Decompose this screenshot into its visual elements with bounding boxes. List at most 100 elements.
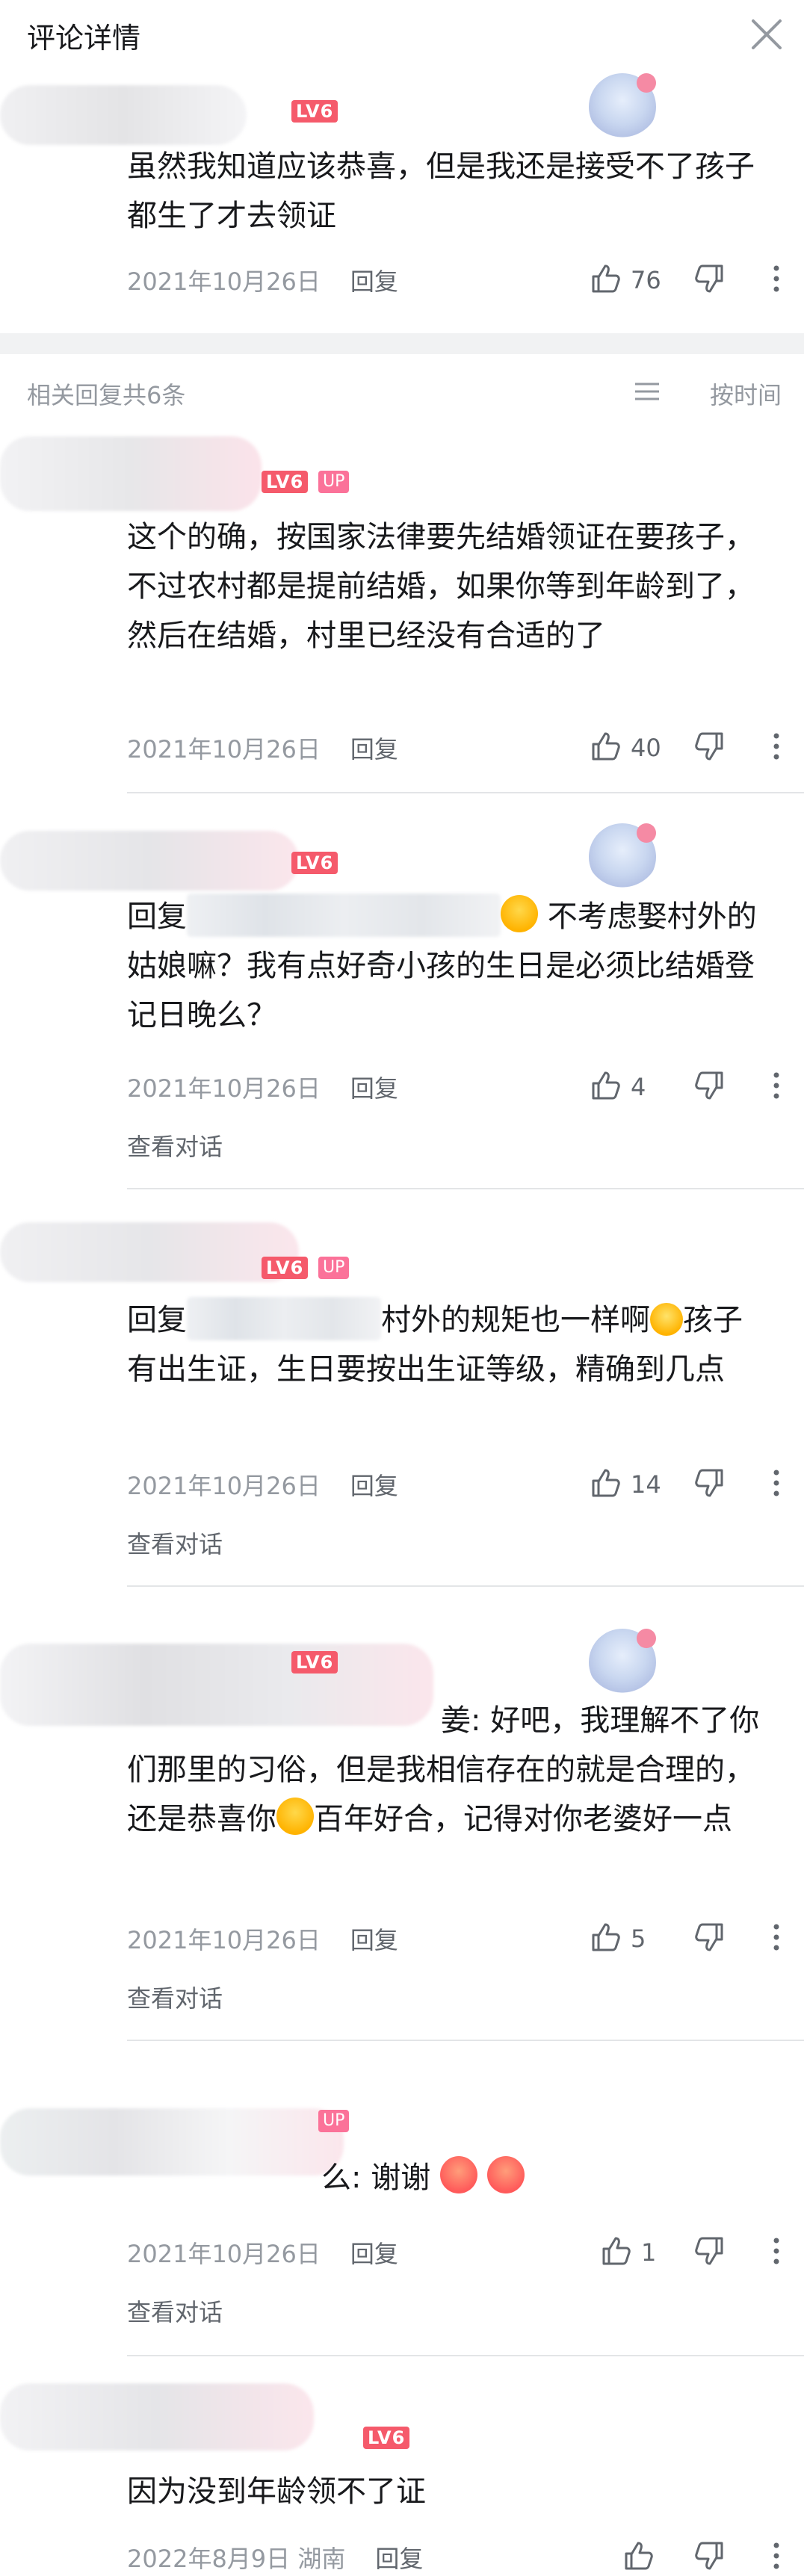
reply-item: LV6 UP 回复 村外的规矩也一样啊 孩子有出生证，生日要按出生证等级，精确到几点… (0, 1189, 804, 1587)
reply-meta: 2021年10月26日 回复 (127, 1922, 398, 1956)
dislike-icon[interactable] (692, 1068, 726, 1103)
avatar-decoration (589, 823, 656, 891)
like-icon[interactable] (589, 261, 623, 296)
top-bar: 评论详情 (0, 0, 804, 70)
reply-date: 2021年10月26日 (127, 1926, 321, 1954)
divider (127, 2355, 804, 2356)
mentioned-user[interactable] (187, 1297, 381, 1340)
up-badge: UP (318, 2110, 350, 2132)
sort-button[interactable]: 按时间 (710, 377, 782, 411)
avatar[interactable] (0, 1222, 299, 1282)
reply-body: 村外的规矩也一样啊 (381, 1303, 650, 1337)
like-count: 76 (631, 266, 661, 294)
reply-item: LV6 因为没到年龄领不了证 2022年8月9日 湖南 回复 (0, 2358, 804, 2573)
mentioned-user[interactable] (187, 894, 501, 937)
like-count: 5 (631, 1925, 646, 1953)
like-icon[interactable] (589, 1466, 623, 1500)
avatar[interactable] (0, 85, 247, 145)
reply-button[interactable]: 回复 (350, 2240, 398, 2268)
more-icon[interactable] (759, 2234, 794, 2268)
emoji-icon (501, 895, 538, 932)
up-badge: UP (318, 471, 350, 493)
reply-button[interactable]: 回复 (350, 1074, 398, 1103)
reply-actions: 14 (557, 1466, 804, 1503)
reply-item: LV6 UP 这个的确，按国家法律要先结婚领证在要孩子，不过农村都是提前结婚，如… (0, 429, 804, 793)
level-badge: LV6 (262, 471, 309, 493)
dislike-icon[interactable] (692, 2234, 726, 2268)
reply-date: 2022年8月9日 (127, 2545, 291, 2573)
avatar-decoration (589, 1629, 656, 1696)
reply-meta: 2021年10月26日 回复 (127, 1070, 398, 1104)
dislike-icon[interactable] (692, 2539, 726, 2573)
reply-button[interactable]: 回复 (350, 1472, 398, 1500)
reply-body: 么: 谢谢 (321, 2161, 431, 2195)
view-conversation-link[interactable]: 查看对话 (127, 1980, 223, 2014)
level-badge: LV6 (363, 2427, 410, 2449)
comment-text: 虽然我知道应该恭喜，但是我还是接受不了孩子都生了才去领证 (127, 149, 755, 233)
reply-button[interactable]: 回复 (350, 1926, 398, 1954)
dislike-icon[interactable] (692, 729, 726, 764)
section-divider (0, 333, 804, 354)
page-title: 评论详情 (27, 22, 141, 55)
like-icon[interactable] (622, 2539, 656, 2573)
close-icon[interactable] (743, 10, 791, 58)
reply-button[interactable]: 回复 (350, 735, 398, 764)
reply-prefix: 回复 (127, 1303, 187, 1337)
reply-text: 回复 村外的规矩也一样啊 孩子有出生证，生日要按出生证等级，精确到几点 (127, 1295, 770, 1394)
reply-meta: 2022年8月9日 湖南 回复 (127, 2540, 423, 2575)
reply-date: 2021年10月26日 (127, 2240, 321, 2268)
dislike-icon[interactable] (692, 261, 726, 296)
reply-button[interactable]: 回复 (350, 267, 398, 296)
more-icon[interactable] (759, 1920, 794, 1954)
avatar[interactable] (0, 2383, 314, 2450)
replies-bar: 相关回复共6条 按时间 (0, 354, 804, 429)
more-icon[interactable] (759, 1466, 794, 1500)
view-conversation-link[interactable]: 查看对话 (127, 2294, 223, 2328)
reply-text: 回复 不考虑娶村外的姑娘嘛？我有点好奇小孩的生日是必须比结婚登记日晚么？ (127, 892, 770, 1040)
more-icon[interactable] (759, 1068, 794, 1103)
reply-actions: 5 (557, 1920, 804, 1957)
reply-prefix: 回复 (127, 900, 187, 934)
level-badge: LV6 (291, 852, 338, 874)
more-icon[interactable] (759, 261, 794, 296)
shocked-emoji-icon (276, 1798, 314, 1835)
like-count: 40 (631, 734, 661, 762)
like-icon[interactable] (589, 1068, 623, 1103)
like-icon[interactable] (589, 1920, 623, 1954)
reply-actions (557, 2539, 804, 2576)
heart-emoji-icon (439, 2156, 477, 2193)
up-badge: UP (318, 1257, 350, 1279)
heart-emoji-icon (486, 2156, 525, 2193)
level-badge: LV6 (291, 100, 338, 123)
mentioned-user[interactable] (127, 1697, 441, 1741)
like-icon[interactable] (589, 729, 623, 764)
reply-location: 湖南 (297, 2545, 346, 2573)
mentioned-user[interactable] (127, 2155, 321, 2198)
more-icon[interactable] (759, 729, 794, 764)
avatar[interactable] (0, 831, 299, 891)
reply-actions: 40 (557, 729, 804, 767)
comment-meta: 2021年10月26日 回复 (127, 263, 398, 297)
reply-text: 么: 谢谢 (127, 2153, 770, 2202)
like-icon[interactable] (599, 2234, 634, 2268)
reply-meta: 2021年10月26日 回复 (127, 2235, 398, 2270)
reply-date: 2021年10月26日 (127, 735, 321, 764)
reply-text: 因为没到年龄领不了证 (127, 2474, 426, 2509)
reply-date: 2021年10月26日 (127, 1472, 321, 1500)
reply-item: LV6 回复 不考虑娶村外的姑娘嘛？我有点好奇小孩的生日是必须比结婚登记日晚么？… (0, 793, 804, 1189)
view-conversation-link[interactable]: 查看对话 (127, 1128, 223, 1162)
reply-actions: 4 (557, 1068, 804, 1106)
avatar[interactable] (0, 436, 262, 511)
like-count: 14 (631, 1470, 661, 1499)
view-conversation-link[interactable]: 查看对话 (127, 1526, 223, 1560)
comment-actions: 76 (557, 261, 804, 299)
reply-text: 姜: 好吧，我理解不了你们那里的习俗，但是我相信存在的就是合理的，还是恭喜你 百年… (127, 1696, 770, 1844)
more-icon[interactable] (759, 2539, 794, 2573)
dislike-icon[interactable] (692, 1920, 726, 1954)
reply-button[interactable]: 回复 (375, 2545, 423, 2573)
sort-icon[interactable] (634, 381, 661, 402)
reply-meta: 2021年10月26日 回复 (127, 731, 398, 765)
like-count: 4 (631, 1073, 646, 1101)
laugh-emoji-icon (650, 1303, 683, 1336)
dislike-icon[interactable] (692, 1466, 726, 1500)
